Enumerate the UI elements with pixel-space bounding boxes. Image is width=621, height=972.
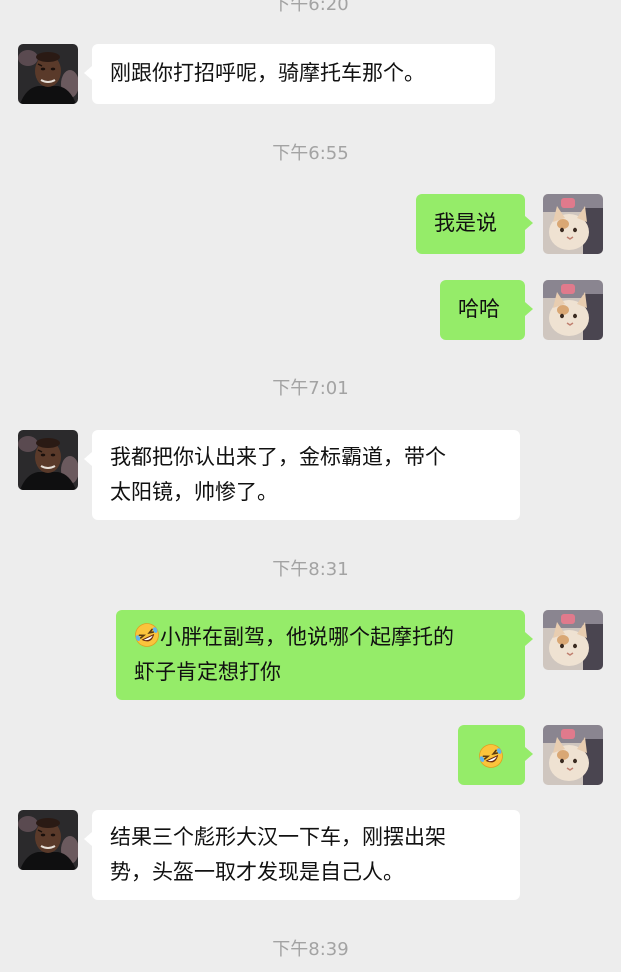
- message-bubble-incoming[interactable]: 刚跟你打招呼呢，骑摩托车那个。: [84, 44, 495, 104]
- cat-avatar-image: [543, 610, 603, 670]
- message-bubble-outgoing[interactable]: 小胖在副驾，他说哪个起摩托的 虾子肯定想打你: [116, 610, 533, 700]
- my-avatar[interactable]: [543, 610, 603, 670]
- my-avatar[interactable]: [543, 280, 603, 340]
- message-text-line: 小胖在副驾，他说哪个起摩托的: [134, 620, 507, 655]
- cat-avatar-image: [543, 280, 603, 340]
- message-bubble-outgoing[interactable]: 哈哈: [440, 280, 533, 340]
- boxer-avatar-image: [18, 430, 78, 490]
- rolling-laughing-emoji-icon: [479, 744, 503, 768]
- message-text-line: 虾子肯定想打你: [134, 660, 281, 684]
- timestamp: 下午6:55: [272, 143, 349, 164]
- timestamp: 下午8:39: [272, 939, 349, 960]
- friend-avatar[interactable]: [18, 810, 78, 870]
- my-avatar[interactable]: [543, 194, 603, 254]
- message-text-line: 我都把你认出来了，金标霸道，带个: [110, 445, 446, 469]
- message-bubble-outgoing[interactable]: [458, 725, 533, 785]
- timestamp: 下午6:20: [272, 0, 349, 15]
- timestamp: 下午7:01: [272, 378, 349, 399]
- message-text: 我是说: [434, 211, 497, 235]
- friend-avatar[interactable]: [18, 44, 78, 104]
- message-text-line: 势，头盔一取才发现是自己人。: [110, 860, 404, 884]
- message-text: 刚跟你打招呼呢，骑摩托车那个。: [110, 61, 425, 85]
- cat-avatar-image: [543, 725, 603, 785]
- message-bubble-outgoing[interactable]: 我是说: [416, 194, 533, 254]
- message-bubble-incoming[interactable]: 结果三个彪形大汉一下车，刚摆出架 势，头盔一取才发现是自己人。: [84, 810, 520, 900]
- message-bubble-incoming[interactable]: 我都把你认出来了，金标霸道，带个 太阳镜，帅惨了。: [84, 430, 520, 520]
- message-text-line: 太阳镜，帅惨了。: [110, 480, 278, 504]
- friend-avatar[interactable]: [18, 430, 78, 490]
- message-text-line: 结果三个彪形大汉一下车，刚摆出架: [110, 825, 446, 849]
- timestamp: 下午8:31: [272, 559, 349, 580]
- boxer-avatar-image: [18, 810, 78, 870]
- cat-avatar-image: [543, 194, 603, 254]
- boxer-avatar-image: [18, 44, 78, 104]
- message-text: 哈哈: [458, 297, 500, 321]
- my-avatar[interactable]: [543, 725, 603, 785]
- rolling-laughing-emoji-icon: [135, 623, 159, 647]
